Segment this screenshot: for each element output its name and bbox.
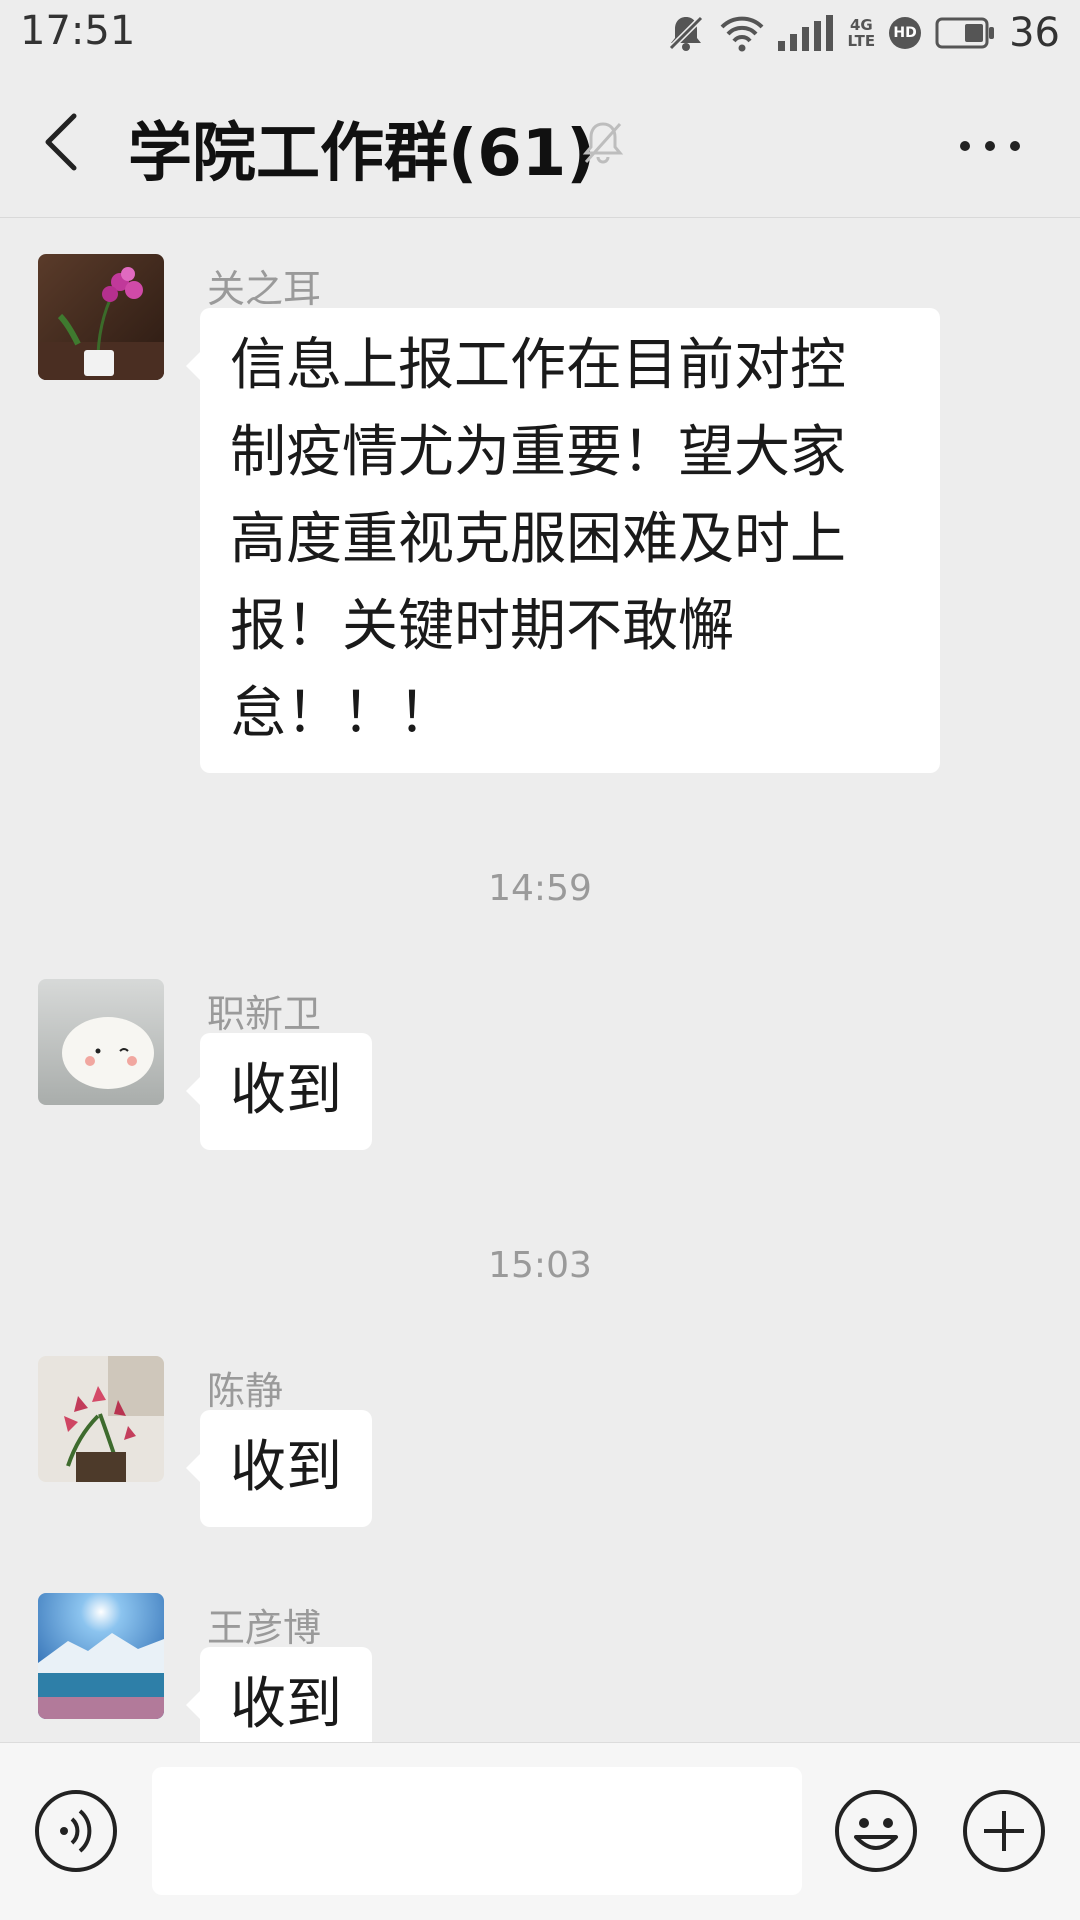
mochi-avatar-icon [38, 979, 164, 1105]
timestamp: 15:03 [488, 1245, 592, 1286]
network-sub-label: LTE [847, 32, 876, 50]
avatar[interactable] [38, 979, 164, 1105]
message-line: 制疫情尤为重要！望大家 [230, 420, 846, 485]
lake-mountain-avatar-icon [38, 1593, 164, 1719]
message-bubble[interactable]: 收到 [186, 1033, 372, 1150]
message-line: 收到 [230, 1058, 342, 1123]
sender-name: 职新卫 [207, 992, 322, 1036]
battery-level: 36 [1009, 10, 1060, 56]
message-line: 收到 [230, 1435, 342, 1500]
voice-icon [35, 1790, 117, 1872]
message-line: 高度重视克服困难及时上 [230, 507, 846, 572]
message-line: 报！关键时期不敢懈 [230, 594, 734, 659]
message-line: 信息上报工作在目前对控 [230, 333, 846, 398]
orchid-avatar-icon [38, 254, 164, 380]
status-icons: 4G LTE HD 36 [666, 8, 1060, 58]
more-button[interactable] [950, 126, 1030, 166]
voice-input-button[interactable] [34, 1789, 118, 1877]
message-bubble[interactable]: 收到 [186, 1647, 372, 1742]
chat-title: 学院工作群(61) [128, 117, 596, 191]
network-type-label: 4G [849, 16, 873, 34]
input-bar [0, 1742, 1080, 1920]
back-button[interactable] [38, 110, 88, 174]
network-type-icon: 4G LTE [848, 17, 876, 49]
status-time: 17:51 [20, 8, 136, 54]
sender-name: 王彦博 [207, 1606, 322, 1650]
sender-name: 陈静 [207, 1369, 284, 1413]
status-bar: 17:51 4G LTE HD 36 [0, 0, 1080, 66]
muted-bell-icon [580, 118, 626, 170]
more-dots-icon [960, 141, 1020, 151]
hd-icon: HD [889, 17, 922, 49]
notifications-muted-icon [666, 13, 706, 53]
avatar[interactable] [38, 254, 164, 380]
chevron-left-icon [45, 113, 77, 171]
avatar[interactable] [38, 1356, 164, 1482]
wifi-icon [720, 13, 764, 53]
timestamp: 14:59 [488, 868, 592, 909]
lily-avatar-icon [38, 1356, 164, 1482]
avatar[interactable] [38, 1593, 164, 1719]
message-line: 收到 [230, 1672, 342, 1737]
message-list[interactable]: 关之耳 信息上报工作在目前对控 制疫情尤为重要！望大家 高度重视克服困难及时上 … [0, 218, 1080, 1742]
emoji-icon [835, 1790, 917, 1872]
plus-icon [963, 1790, 1045, 1872]
message-bubble[interactable]: 收到 [186, 1410, 372, 1527]
emoji-button[interactable] [834, 1789, 918, 1877]
battery-icon [935, 17, 995, 49]
chat-header: 学院工作群(61) [0, 66, 1080, 218]
more-functions-button[interactable] [962, 1789, 1046, 1877]
message-bubble[interactable]: 信息上报工作在目前对控 制疫情尤为重要！望大家 高度重视克服困难及时上 报！关键… [186, 308, 940, 773]
hd-label: HD [893, 25, 917, 41]
message-input[interactable] [152, 1767, 802, 1895]
sender-name: 关之耳 [207, 267, 322, 311]
message-line: 怠！！！ [230, 681, 454, 746]
signal-icon [777, 15, 834, 51]
